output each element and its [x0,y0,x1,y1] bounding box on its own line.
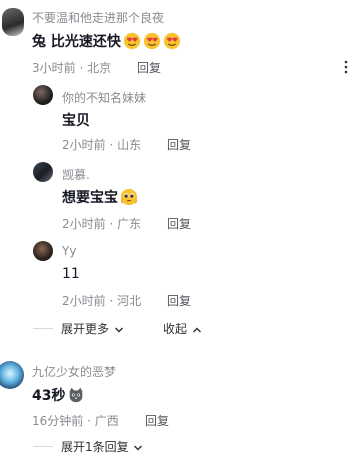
reply-text-content: 想要宝宝 [62,190,118,206]
comment-username[interactable]: 不要温和他走进那个良夜 [32,9,164,26]
reply-button[interactable]: 回复 [145,412,169,429]
collapse-button[interactable]: 收起 [163,320,202,337]
chevron-up-icon [192,327,201,332]
top-comment: 不要温和他走进那个良夜 兔 比光速还快 3小时前 · 北京 回复 [0,0,350,85]
reply-button[interactable]: 回复 [137,59,161,76]
comment-text: 兔 比光速还快 [32,31,181,51]
reply-meta: 2小时前 · 山东 [62,138,142,152]
reply-username[interactable]: 你的不知名妹妹 [62,89,146,106]
comment-item: 九亿少女的恶梦 43秒 16分钟前 · 广西 回复 展开1条回复 [0,355,350,454]
reply-text: 11 [62,266,80,282]
more-options-icon[interactable] [342,60,350,74]
collapse-label: 收起 [163,322,188,336]
avatar[interactable] [33,241,53,261]
reply-meta: 2小时前 · 广东 [62,217,142,231]
avatar[interactable] [33,162,53,182]
expand-replies-button[interactable]: 展开1条回复 [61,438,143,455]
expand-more-button[interactable]: 展开更多 [61,320,124,337]
reply-username[interactable]: Yy [62,244,76,258]
avatar[interactable] [0,361,24,389]
reply-text: 宝贝 [62,113,90,129]
reply-button[interactable]: 回复 [167,292,191,309]
comment-username[interactable]: 九亿少女的恶梦 [32,363,116,380]
comment-meta: 16分钟前 · 广西 [32,414,119,428]
comment-text: 43秒 [32,385,85,405]
thread-divider [33,328,53,329]
expand-replies-label: 展开1条回复 [61,440,129,454]
chevron-down-icon [134,445,143,450]
heart-eyes-emoji [123,32,140,50]
reply-item: Yy 11 2小时前 · 河北 回复 [0,234,350,314]
pleading-face-emoji [120,188,138,206]
chevron-down-icon [114,327,123,332]
comment-text-content: 兔 比光速还快 [32,34,121,50]
reply-button[interactable]: 回复 [167,136,191,153]
expand-more-label: 展开更多 [61,322,110,336]
thread-divider [33,446,53,447]
cat-emoji [70,387,83,403]
reply-item: 觊慕. 想要宝宝 2小时前 · 广东 回复 [0,157,350,232]
avatar[interactable] [33,85,53,105]
reply-username[interactable]: 觊慕. [62,166,90,183]
reply-text: 想要宝宝 [62,187,138,207]
comment-meta: 3小时前 · 北京 [32,61,112,75]
reply-button[interactable]: 回复 [167,215,191,232]
heart-eyes-emoji [163,32,180,50]
comment-text-content: 43秒 [32,388,66,404]
heart-eyes-emoji [143,32,160,50]
avatar[interactable] [2,8,24,36]
reply-item: 你的不知名妹妹 宝贝 2小时前 · 山东 回复 [0,82,350,157]
reply-meta: 2小时前 · 河北 [62,294,142,308]
